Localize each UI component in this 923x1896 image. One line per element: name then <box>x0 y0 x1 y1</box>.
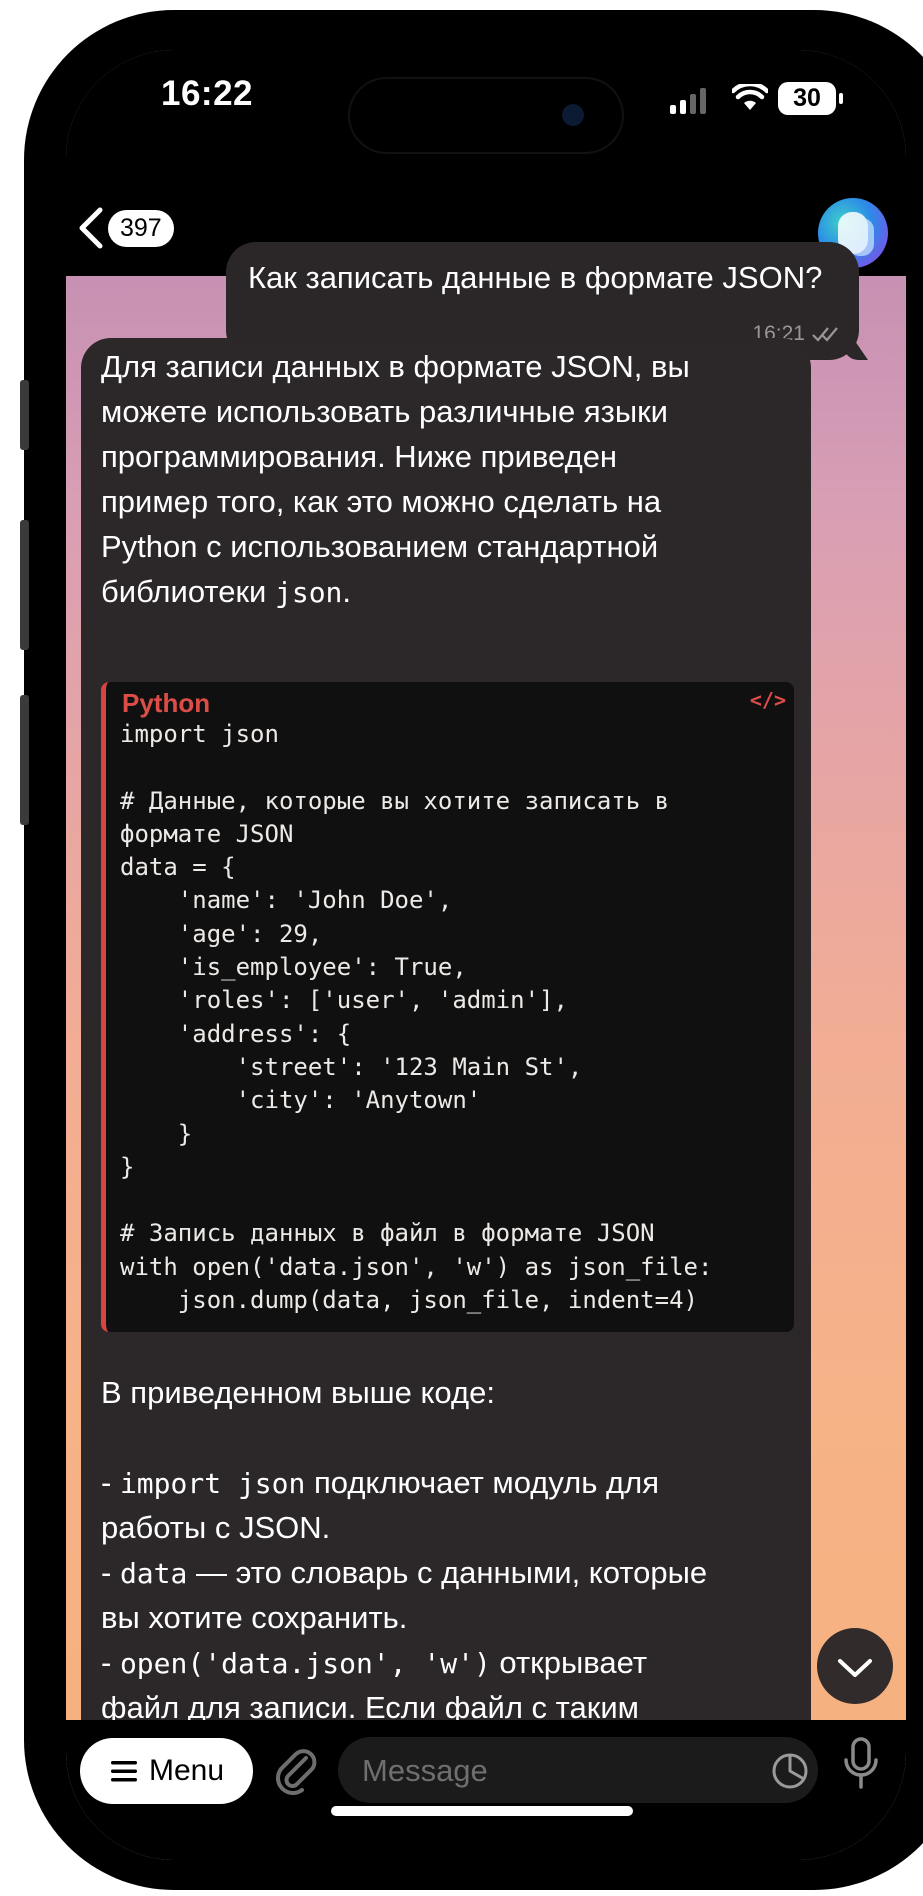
text-line: можете использовать различные языки <box>101 394 668 429</box>
inline-code: data <box>119 1557 188 1590</box>
text-line: работы с JSON. <box>101 1510 331 1545</box>
message-placeholder: Message <box>362 1753 488 1788</box>
code-content: import json # Данные, которые вы хотите … <box>120 720 713 1315</box>
inline-code: import json <box>119 1467 306 1500</box>
microphone-icon[interactable] <box>841 1736 881 1792</box>
unread-count-badge: 397 <box>108 209 174 247</box>
input-bar: Menu Message <box>66 1720 906 1860</box>
text-fragment: — это словарь с данными, которые <box>187 1555 708 1590</box>
status-bar: 16:22 30 <box>66 50 906 180</box>
dynamic-island <box>348 77 624 154</box>
scroll-down-button[interactable] <box>817 1628 893 1704</box>
intro-paragraph: Для записи данных в формате JSON, вы мож… <box>101 344 781 615</box>
outgoing-message-text: Как записать данные в формате JSON? <box>248 260 823 295</box>
text-line: вы хотите сохранить. <box>101 1600 408 1635</box>
bullet-line: - data — это словарь с данными, которые <box>101 1550 781 1595</box>
screen: 16:22 30 397 Как записать данные в форма… <box>66 50 906 1860</box>
menu-label: Menu <box>148 1754 225 1787</box>
battery-icon: 30 <box>778 82 836 115</box>
incoming-message[interactable]: Для записи данных в формате JSON, вы мож… <box>81 338 811 1798</box>
text-fragment: - <box>101 1465 120 1500</box>
bullet-line: - open('data.json', 'w') открывает <box>101 1640 781 1685</box>
double-check-icon <box>812 327 838 342</box>
text-line: библиотеки json. <box>101 569 781 615</box>
camera <box>562 104 584 126</box>
status-time: 16:22 <box>161 74 254 113</box>
explanation-paragraph: В приведенном выше коде: - import json п… <box>101 1370 781 1730</box>
mute-switch <box>20 380 29 450</box>
text-line: Для записи данных в формате JSON, вы <box>101 349 690 384</box>
volume-up-button <box>20 520 29 650</box>
menu-button[interactable]: Menu <box>80 1738 253 1804</box>
code-language-label: Python <box>122 688 211 718</box>
text-line: пример того, как это можно сделать на <box>101 484 662 519</box>
text-fragment: библиотеки <box>101 574 275 609</box>
code-icon[interactable]: </> <box>750 688 786 712</box>
paperclip-icon[interactable] <box>272 1742 320 1798</box>
text-fragment: - <box>101 1555 120 1590</box>
text-fragment: открывает <box>490 1645 648 1680</box>
cellular-signal-icon <box>670 88 706 114</box>
hamburger-icon <box>110 1761 137 1782</box>
text-line: Python с использованием стандартной <box>101 529 659 564</box>
text-line: программирования. Ниже приведен <box>101 439 618 474</box>
back-button[interactable]: 397 <box>76 206 174 250</box>
text-line: В приведенном выше коде: <box>101 1375 495 1410</box>
inline-code: open('data.json', 'w') <box>119 1647 491 1680</box>
volume-down-button <box>20 695 29 825</box>
wifi-icon <box>732 84 768 110</box>
battery-cap <box>839 93 843 104</box>
code-block[interactable]: Python </> import json # Данные, которые… <box>101 682 794 1332</box>
text-fragment: - <box>101 1645 120 1680</box>
text-fragment: подключает модуль для <box>305 1465 659 1500</box>
bullet-line: - import json подключает модуль для <box>101 1460 781 1505</box>
chevron-down-icon <box>838 1659 872 1677</box>
home-indicator[interactable] <box>331 1806 633 1816</box>
chevron-left-icon <box>79 207 103 249</box>
text-fragment: . <box>342 574 352 609</box>
sticker-icon[interactable] <box>770 1751 810 1791</box>
inline-code: json <box>274 576 343 609</box>
message-input[interactable]: Message <box>338 1737 818 1803</box>
